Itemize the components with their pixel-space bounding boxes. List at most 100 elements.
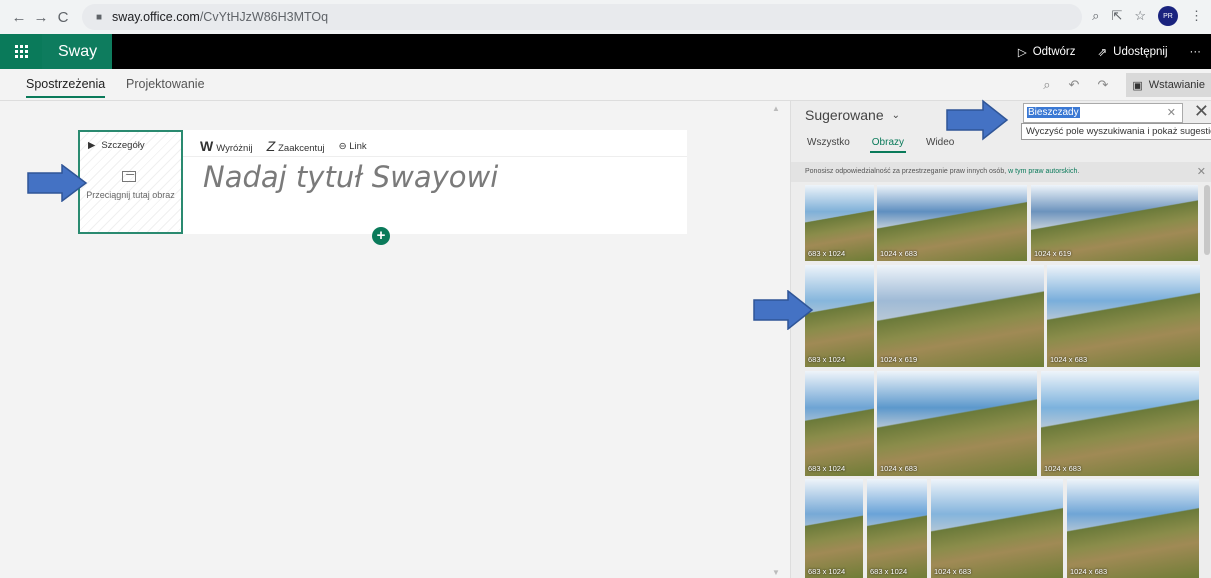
image-result[interactable]: 1024 x 683: [1047, 265, 1200, 367]
image-result[interactable]: 1024 x 683: [877, 371, 1037, 476]
image-icon: ▣: [1132, 79, 1143, 92]
add-card-button[interactable]: +: [372, 227, 390, 245]
copyright-notice: Ponosisz odpowiedzialność za przestrzega…: [791, 162, 1211, 182]
lock-icon: ■: [96, 11, 103, 23]
insert-panel: Sugerowane ⌄ Bieszczady ✕ ✕ Wyczyść pole…: [790, 101, 1211, 578]
image-placeholder-icon: [122, 171, 136, 182]
link-icon: ⊖: [338, 140, 350, 152]
insert-label: Wstawianie: [1148, 79, 1205, 91]
share-button[interactable]: ⇗ Udostępnij: [1098, 45, 1168, 59]
undo-icon[interactable]: ↶: [1069, 77, 1080, 93]
dismiss-notice-icon[interactable]: ✕: [1197, 165, 1206, 178]
image-dimensions: 683 x 1024: [808, 355, 846, 364]
link-button[interactable]: ⊖ Link: [339, 141, 367, 152]
text-format-toolbar: W Wyróżnij Z Zaakcentuj ⊖ Link: [200, 138, 367, 154]
copyright-link[interactable]: w tym praw autorskich: [1008, 168, 1077, 175]
arrow-to-drop-zone: [27, 164, 88, 202]
address-bar[interactable]: ■ sway.office.com/CvYtHJzW86H3MTOq: [82, 4, 1082, 30]
suggested-dropdown[interactable]: Sugerowane ⌄: [805, 107, 900, 123]
view-tabs: Spostrzeżenia Projektowanie ⌕ ↶ ↷ ▣ Wsta…: [0, 69, 1211, 101]
notice-end: .: [1077, 168, 1080, 175]
play-icon: ▷: [1017, 46, 1027, 59]
arrow-to-search: [946, 99, 1009, 141]
search-icon[interactable]: ⌕: [1043, 77, 1050, 93]
image-result[interactable]: 683 x 1024: [805, 185, 874, 261]
scroll-up-icon[interactable]: ▲: [772, 104, 780, 113]
image-result[interactable]: 1024 x 683: [1067, 479, 1199, 578]
emphasize-label: Zaakcentuj: [278, 143, 325, 154]
waffle-icon: [14, 45, 28, 58]
more-button[interactable]: ···: [1190, 46, 1202, 58]
suggested-label: Sugerowane: [805, 107, 884, 123]
image-drop-zone[interactable]: ▶ Szczegóły Przeciągnij tutaj obraz: [78, 130, 183, 234]
image-dimensions: 683 x 1024: [808, 249, 846, 258]
image-dimensions: 683 x 1024: [808, 464, 846, 473]
emphasize-icon: Z: [266, 138, 276, 154]
emphasize-button[interactable]: Z Zaakcentuj: [267, 138, 325, 154]
app-launcher-button[interactable]: [0, 34, 42, 69]
image-dimensions: 1024 x 683: [1070, 567, 1108, 576]
image-result[interactable]: 683 x 1024: [805, 479, 863, 578]
insert-button[interactable]: ▣ Wstawianie: [1126, 73, 1211, 97]
title-input[interactable]: Nadaj tytuł Swayowi: [203, 160, 498, 194]
details-toggle[interactable]: ▶ Szczegóły: [88, 140, 145, 151]
image-dimensions: 1024 x 683: [880, 249, 918, 258]
drop-label: Przeciągnij tutaj obraz: [86, 190, 175, 200]
notice-text: Ponosisz odpowiedzialność za przestrzega…: [805, 168, 1009, 175]
arrow-to-image: [753, 290, 814, 330]
clear-search-icon[interactable]: ✕: [1167, 106, 1176, 119]
image-result[interactable]: 1024 x 683: [877, 185, 1027, 261]
image-dimensions: 683 x 1024: [808, 567, 846, 576]
share-icon: ⇗: [1097, 46, 1108, 59]
tab-design[interactable]: Projektowanie: [126, 77, 205, 91]
image-dimensions: 1024 x 683: [934, 567, 972, 576]
clear-search-tooltip: Wyczyść pole wyszukiwania i pokaż sugest…: [1021, 123, 1211, 140]
image-result[interactable]: 683 x 1024: [867, 479, 927, 578]
search-value: Bieszczady: [1027, 107, 1080, 118]
sway-appbar: Sway ▷ Odtwórz ⇗ Udostępnij ···: [0, 34, 1211, 69]
search-input[interactable]: Bieszczady ✕: [1023, 103, 1183, 123]
profile-avatar[interactable]: PR: [1158, 6, 1178, 26]
chevron-down-icon: ⌄: [891, 109, 901, 121]
reload-icon[interactable]: C: [52, 6, 74, 28]
image-dimensions: 683 x 1024: [870, 567, 908, 576]
url-host: sway.office.com: [112, 10, 200, 24]
highlight-button[interactable]: W Wyróżnij: [200, 138, 253, 154]
link-label: Link: [349, 140, 367, 152]
image-dimensions: 1024 x 619: [1034, 249, 1072, 258]
zoom-icon[interactable]: ⌕: [1092, 8, 1099, 24]
browser-toolbar: ← → C ■ sway.office.com/CvYtHJzW86H3MTOq…: [0, 0, 1211, 34]
highlight-label: Wyróżnij: [216, 143, 253, 154]
forward-icon[interactable]: →: [30, 6, 52, 28]
tab-images[interactable]: Obrazy: [869, 137, 907, 153]
image-dimensions: 1024 x 683: [880, 464, 918, 473]
image-result[interactable]: 1024 x 683: [1041, 371, 1199, 476]
image-result[interactable]: 683 x 1024: [805, 265, 874, 367]
image-result[interactable]: 1024 x 619: [877, 265, 1044, 367]
image-dimensions: 1024 x 683: [1050, 355, 1088, 364]
image-result[interactable]: 1024 x 683: [931, 479, 1063, 578]
image-dimensions: 1024 x 683: [1044, 464, 1082, 473]
app-name[interactable]: Sway: [42, 34, 112, 69]
share-label: Udostępnij: [1113, 45, 1168, 58]
details-label: Szczegóły: [101, 140, 145, 151]
share-page-icon[interactable]: ⇱: [1111, 8, 1122, 24]
play-label: Odtwórz: [1032, 45, 1076, 58]
url-path: /CvYtHJzW86H3MTOq: [199, 10, 329, 24]
scroll-down-icon[interactable]: ▼: [772, 568, 780, 577]
tab-all[interactable]: Wszystko: [807, 137, 850, 148]
back-icon[interactable]: ←: [8, 6, 30, 28]
image-result[interactable]: 1024 x 619: [1031, 185, 1198, 261]
divider: [183, 156, 687, 157]
tab-insights[interactable]: Spostrzeżenia: [26, 77, 106, 98]
title-card[interactable]: ▶ Szczegóły Przeciągnij tutaj obraz W Wyr…: [78, 130, 687, 234]
redo-icon[interactable]: ↷: [1097, 77, 1108, 93]
image-dimensions: 1024 x 619: [880, 355, 918, 364]
image-result[interactable]: 683 x 1024: [805, 371, 874, 476]
results-scrollbar[interactable]: [1204, 185, 1210, 255]
close-panel-icon[interactable]: ✕: [1194, 101, 1209, 122]
play-button[interactable]: ▷ Odtwórz: [1018, 45, 1076, 59]
browser-menu-icon[interactable]: ⋮: [1190, 8, 1203, 24]
media-tabs: Wszystko Obrazy Wideo: [807, 137, 954, 153]
star-icon[interactable]: ☆: [1134, 8, 1146, 24]
